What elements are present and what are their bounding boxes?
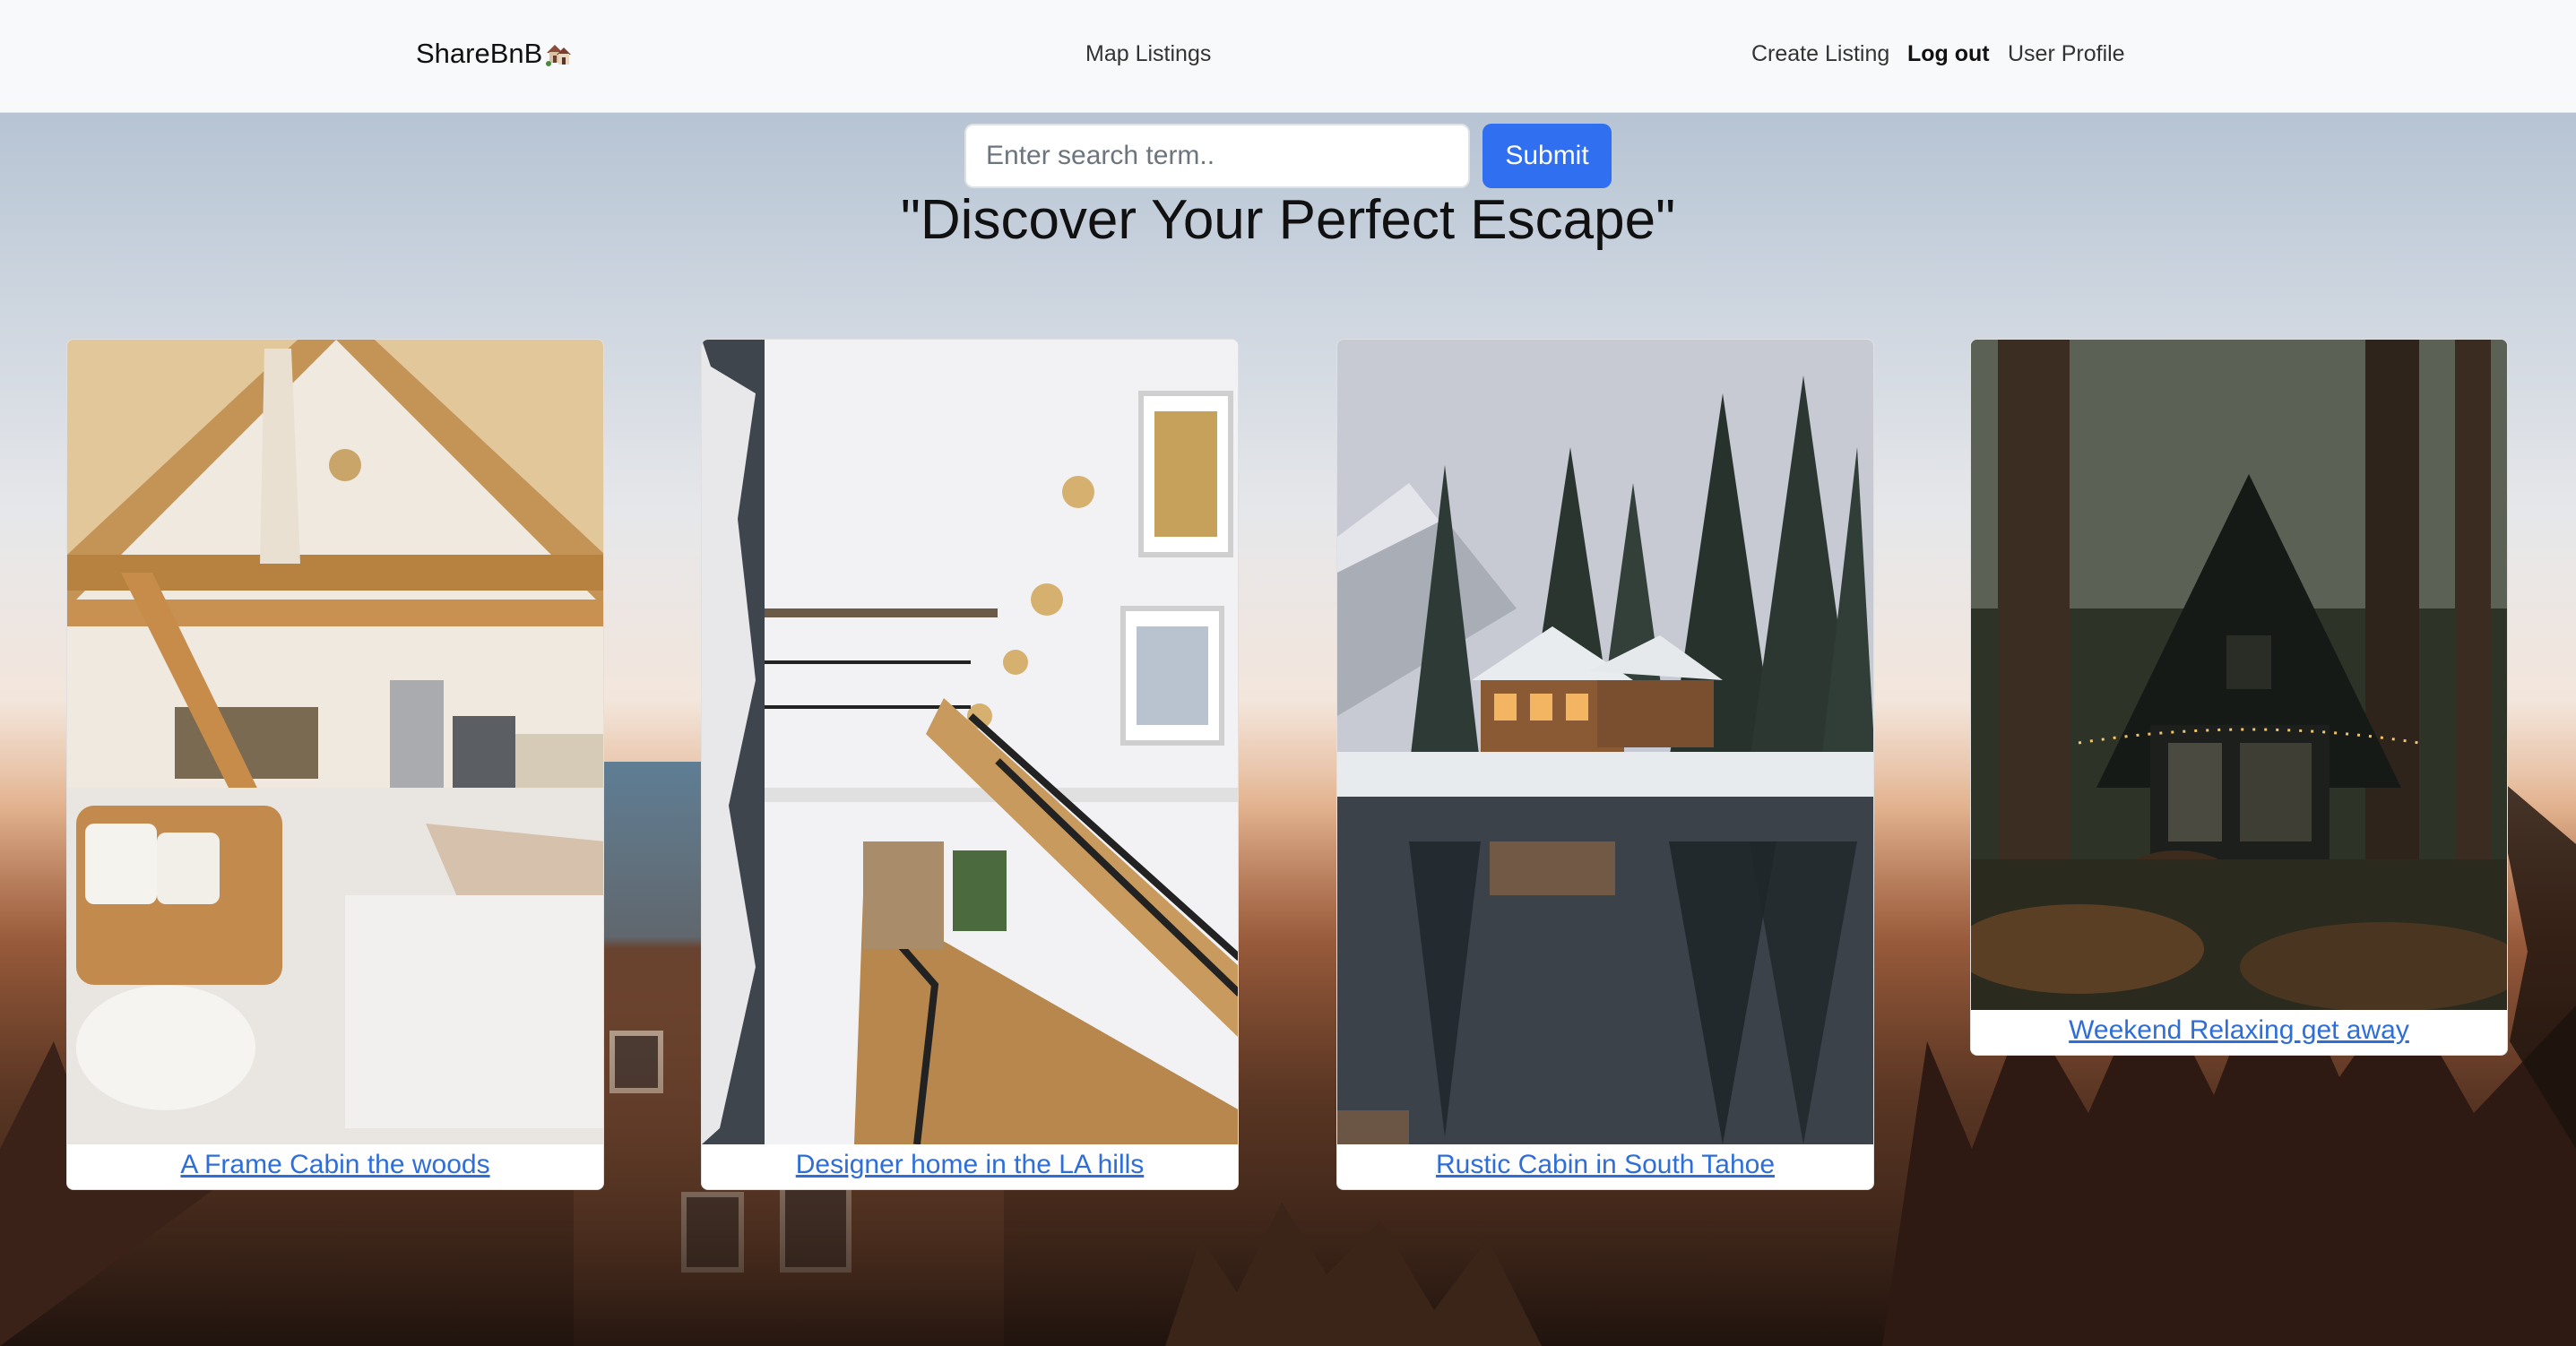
nav-user-profile[interactable]: User Profile: [2008, 41, 2125, 67]
listing-image[interactable]: [67, 340, 603, 1144]
listing-card[interactable]: Rustic Cabin in South Tahoe: [1336, 339, 1874, 1190]
brand-link[interactable]: ShareBnB: [416, 38, 573, 70]
search-input[interactable]: [964, 124, 1470, 188]
brand-name: ShareBnB: [416, 38, 543, 69]
page-headline: "Discover Your Perfect Escape": [900, 189, 1676, 251]
submit-button[interactable]: Submit: [1482, 124, 1612, 188]
listing-image[interactable]: [1971, 340, 2507, 1010]
listing-title-link[interactable]: A Frame Cabin the woods: [67, 1144, 603, 1189]
listing-image[interactable]: [702, 340, 1238, 1144]
house-emoji-icon: [544, 39, 573, 68]
listing-title-link[interactable]: Weekend Relaxing get away: [1971, 1010, 2507, 1055]
listing-card[interactable]: A Frame Cabin the woods: [66, 339, 604, 1190]
nav-map-listings[interactable]: Map Listings: [1085, 41, 1211, 67]
nav-log-out[interactable]: Log out: [1907, 41, 1990, 67]
search-form: Submit: [964, 124, 1612, 188]
listing-card[interactable]: Designer home in the LA hills: [701, 339, 1239, 1190]
listing-image[interactable]: [1337, 340, 1873, 1144]
listing-title-link[interactable]: Rustic Cabin in South Tahoe: [1337, 1144, 1873, 1189]
nav-create-listing[interactable]: Create Listing: [1751, 41, 1889, 67]
listing-card[interactable]: Weekend Relaxing get away: [1970, 339, 2508, 1056]
navbar: ShareBnB Map Listings Create Listing Log…: [0, 0, 2576, 113]
listing-title-link[interactable]: Designer home in the LA hills: [702, 1144, 1238, 1189]
